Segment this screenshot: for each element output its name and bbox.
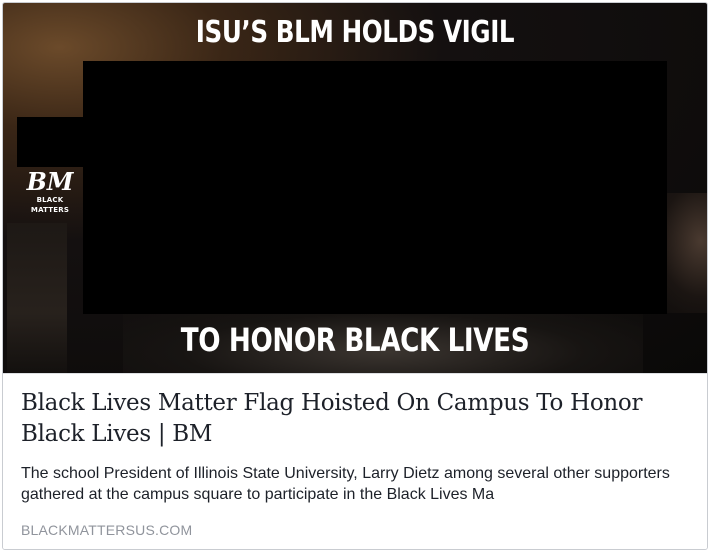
link-preview-card[interactable]: ISU’S BLM HOLDS VIGIL BM BLACK MATTERS T… (2, 2, 708, 550)
image-headline-top: ISU’S BLM HOLDS VIGIL (195, 15, 515, 50)
black-matters-logo: BM BLACK MATTERS (17, 169, 83, 217)
link-preview-text[interactable]: Black Lives Matter Flag Hoisted On Campu… (3, 373, 707, 549)
link-title[interactable]: Black Lives Matter Flag Hoisted On Campu… (21, 388, 681, 450)
logo-text: BLACK MATTERS (30, 196, 70, 214)
redaction-box (83, 61, 667, 314)
link-description: The school President of Illinois State U… (21, 465, 670, 503)
redaction-box-small (17, 117, 83, 167)
image-headline-bottom: TO HONOR BLACK LIVES (180, 321, 530, 359)
link-domain: BLACKMATTERSUS.COM (21, 522, 193, 538)
background-figure (7, 223, 67, 373)
logo-mark: BM (26, 167, 74, 196)
link-preview-image[interactable]: ISU’S BLM HOLDS VIGIL BM BLACK MATTERS T… (3, 3, 707, 373)
